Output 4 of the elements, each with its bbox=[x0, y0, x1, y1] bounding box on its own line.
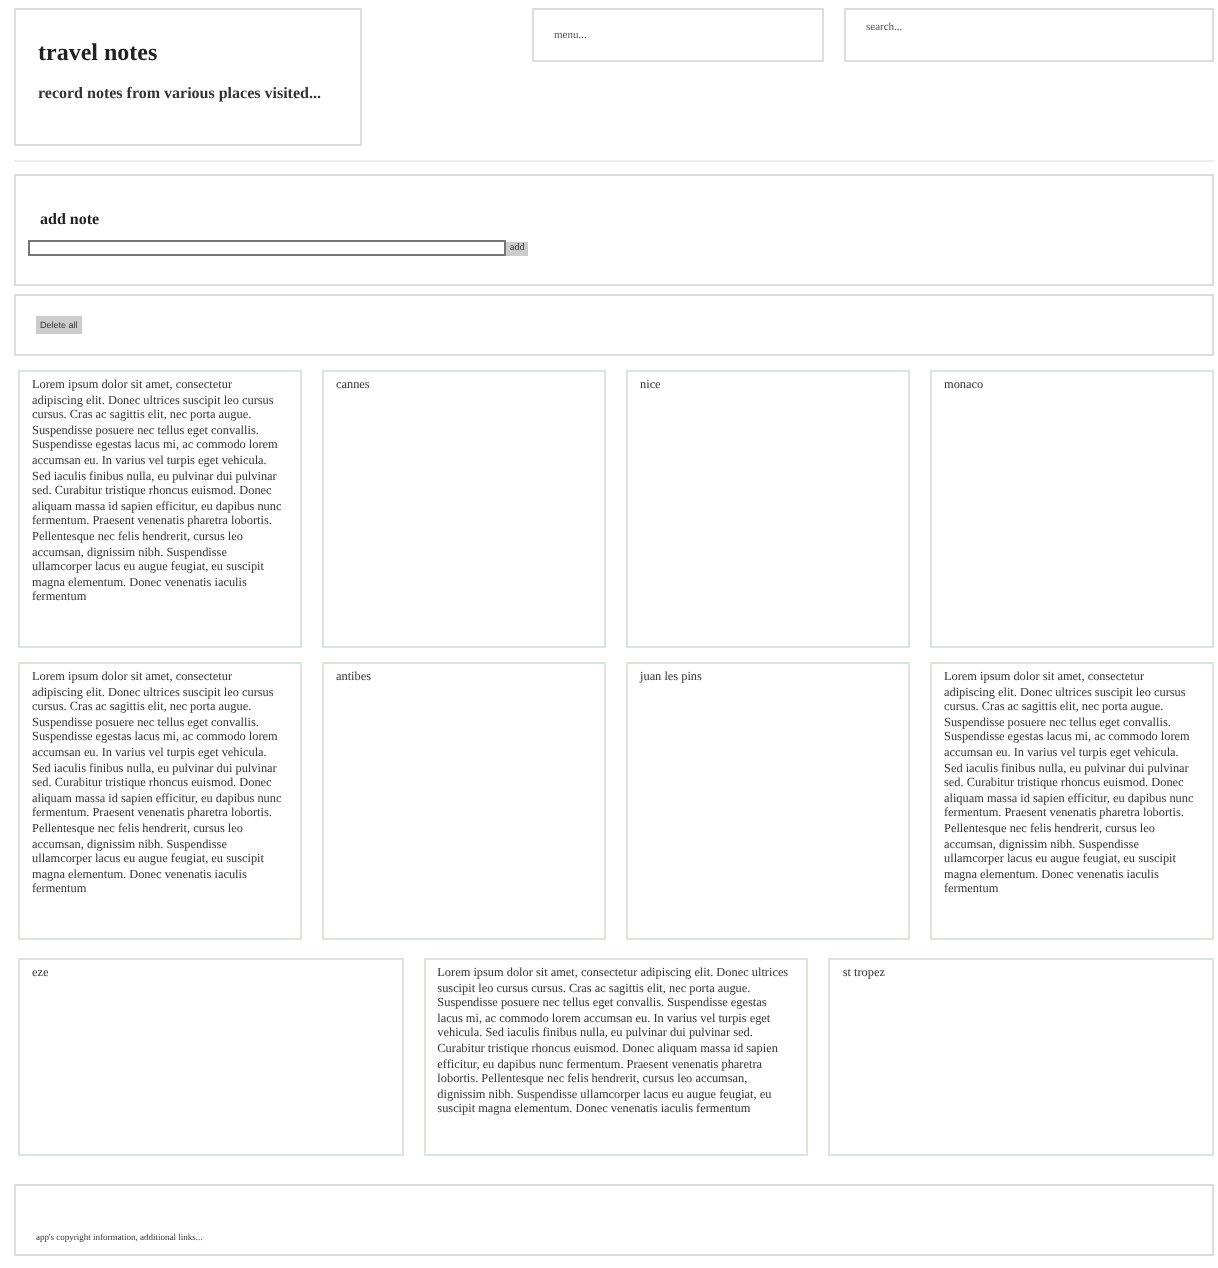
app-subtitle: record notes from various places visited... bbox=[38, 84, 323, 102]
add-note-heading: add note bbox=[40, 210, 102, 228]
note-input-field[interactable] bbox=[28, 240, 506, 256]
app-title: travel notes bbox=[38, 38, 160, 68]
